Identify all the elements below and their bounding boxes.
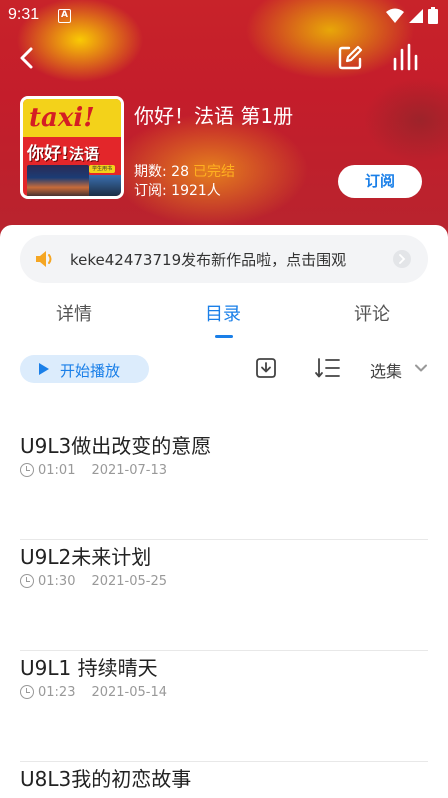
start-play-button[interactable]: 开始播放 <box>20 355 149 383</box>
chevron-down-icon[interactable] <box>414 361 428 375</box>
episode-date: 2021-07-13 <box>91 462 168 478</box>
chevron-right-icon[interactable] <box>393 250 411 268</box>
speaker-icon <box>36 251 52 267</box>
book-cover: taxi! 你好! 法语 学生用书 <box>20 96 124 199</box>
tab-comments[interactable]: 评论 <box>354 300 390 326</box>
tab-bar: 详情 目录 评论 <box>0 292 448 338</box>
back-arrow-icon[interactable] <box>14 44 42 72</box>
episode-title: U9L3做出改变的意愿 <box>20 434 212 458</box>
active-tab-indicator <box>215 335 233 338</box>
battery-icon <box>428 7 438 24</box>
clock-icon <box>20 463 34 477</box>
episode-duration: 01:23 <box>38 684 76 700</box>
select-episodes-button[interactable]: 选集 <box>370 358 402 382</box>
notice-bar[interactable]: keke42473719发布新作品啦，点击围观 <box>20 235 428 283</box>
episode-item[interactable]: U9L2未来计划 01:30 2021-05-25 <box>20 541 428 651</box>
episode-date: 2021-05-14 <box>91 684 168 700</box>
episode-item[interactable]: U8L3我的初恋故事 <box>20 763 428 798</box>
issue-count: 期数: 28 已完结 <box>134 161 235 181</box>
episode-title: U9L2未来计划 <box>20 545 152 569</box>
status-icons <box>386 7 438 24</box>
subscribe-button[interactable]: 订阅 <box>338 165 422 198</box>
notification-app-icon: A <box>58 9 71 23</box>
episode-duration: 01:30 <box>38 573 76 589</box>
edit-icon[interactable] <box>336 44 364 72</box>
signal-icon <box>409 8 423 23</box>
issues-label: 期数: 28 <box>134 164 189 180</box>
episode-meta: 01:01 2021-07-13 <box>20 462 167 478</box>
book-title: 你好！法语 第1册 <box>134 104 294 128</box>
episode-item[interactable]: U9L3做出改变的意愿 01:01 2021-07-13 <box>20 430 428 540</box>
episode-duration: 01:01 <box>38 462 76 478</box>
cover-brand: taxi! <box>29 103 95 133</box>
episode-meta: 01:30 2021-05-25 <box>20 573 167 589</box>
tab-catalog[interactable]: 目录 <box>205 300 241 326</box>
status-badge: 已完结 <box>192 164 235 180</box>
cover-title-2: 法语 <box>69 145 100 163</box>
play-label: 开始播放 <box>60 362 121 380</box>
wifi-icon <box>386 8 404 23</box>
episode-meta: 01:23 2021-05-14 <box>20 684 167 700</box>
episode-date: 2021-05-25 <box>91 573 168 589</box>
clock-icon <box>20 574 34 588</box>
cover-photo <box>27 165 89 196</box>
cover-title: 你好! <box>27 144 69 164</box>
bars-icon[interactable] <box>392 42 422 72</box>
cover-badge: 学生用书 <box>89 165 115 173</box>
episode-title: U9L1 持续晴天 <box>20 656 158 680</box>
clock-icon <box>20 685 34 699</box>
status-bar: 9:31 A <box>0 0 448 32</box>
cover-photo-2 <box>89 175 121 196</box>
tab-details[interactable]: 详情 <box>56 300 92 326</box>
play-icon <box>39 363 49 375</box>
episode-item[interactable]: U9L1 持续晴天 01:23 2021-05-14 <box>20 652 428 762</box>
notice-text: keke42473719发布新作品啦，点击围观 <box>70 251 347 269</box>
download-icon[interactable] <box>254 356 278 380</box>
episode-title: U8L3我的初恋故事 <box>20 767 192 791</box>
subscriber-count: 订阅: 1921人 <box>134 183 221 199</box>
status-time: 9:31 <box>8 6 40 23</box>
sort-icon[interactable] <box>314 356 342 380</box>
